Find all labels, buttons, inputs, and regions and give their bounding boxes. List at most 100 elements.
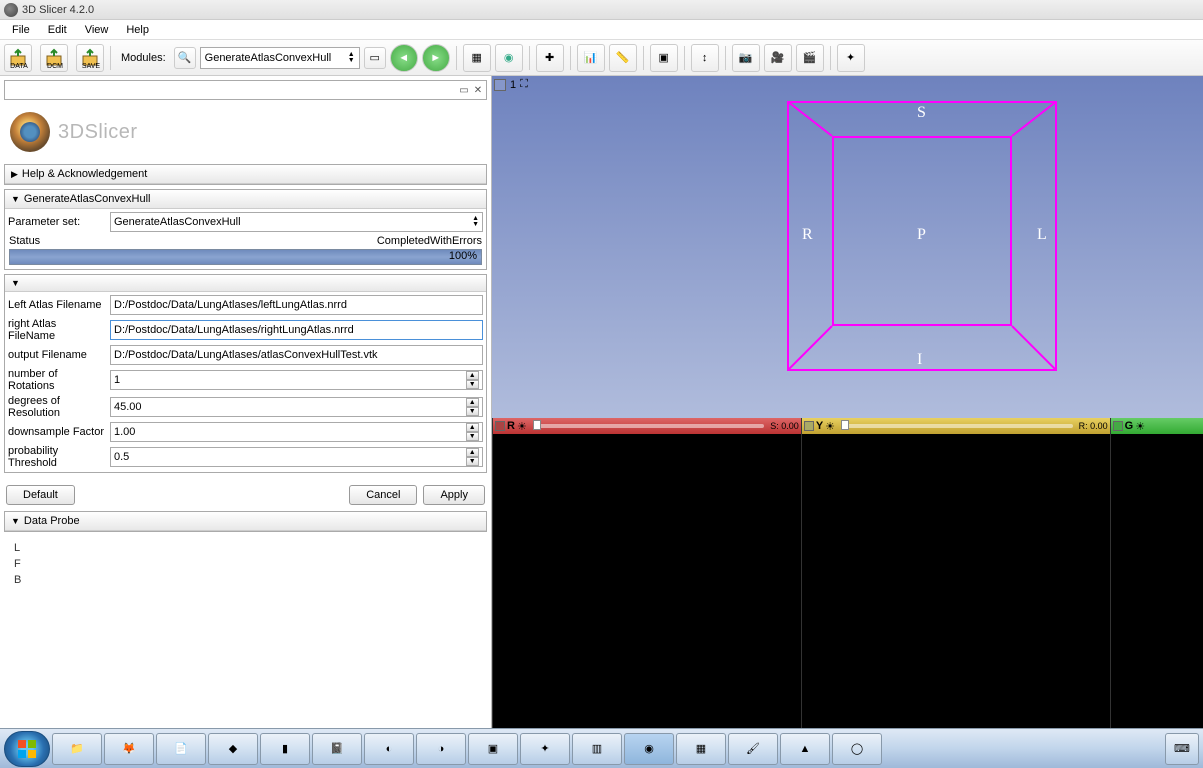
dataprobe-header[interactable]: ▼Data Probe bbox=[5, 512, 486, 531]
slicer-logo: 3DSlicer bbox=[2, 102, 489, 162]
pin-icon[interactable] bbox=[494, 79, 506, 91]
red-slice-view[interactable]: R ☀ S: 0.00 bbox=[492, 418, 801, 728]
module-search-button[interactable]: 🔍 bbox=[174, 47, 196, 69]
maximize-icon[interactable]: ⛶ bbox=[520, 78, 528, 91]
load-data-button[interactable] bbox=[4, 44, 32, 72]
view-pin[interactable]: 1 ⛶ bbox=[494, 78, 528, 91]
triangle-down-icon: ▼ bbox=[11, 194, 20, 204]
taskbar-app1[interactable]: ◐ bbox=[364, 733, 414, 765]
layout-3d-icon[interactable]: ◉ bbox=[495, 44, 523, 72]
taskbar-app2[interactable]: ◑ bbox=[416, 733, 466, 765]
view-number: 1 bbox=[510, 79, 516, 91]
triangle-down-icon: ▼ bbox=[11, 278, 20, 288]
label-P: P bbox=[917, 226, 926, 244]
taskbar-app3[interactable]: ▣ bbox=[468, 733, 518, 765]
module-panel: ▼GenerateAtlasConvexHull Parameter set: … bbox=[4, 189, 487, 270]
taskbar-firefox[interactable]: 🦊 bbox=[104, 733, 154, 765]
red-slider[interactable] bbox=[533, 424, 764, 428]
red-slice-header[interactable]: R ☀ S: 0.00 bbox=[493, 418, 801, 434]
taskbar-app4[interactable]: ✦ bbox=[520, 733, 570, 765]
help-panel-title: Help & Acknowledgement bbox=[22, 168, 147, 180]
probability-spinner[interactable]: ▲▼ bbox=[466, 448, 479, 466]
annotation-icon[interactable]: ✦ bbox=[837, 44, 865, 72]
label-L: L bbox=[1037, 226, 1047, 244]
titlebar: 3D Slicer 4.2.0 bbox=[0, 0, 1203, 20]
menu-edit[interactable]: Edit bbox=[40, 22, 75, 38]
taskbar-cmake[interactable]: ▲ bbox=[780, 733, 830, 765]
output-input[interactable] bbox=[114, 349, 479, 361]
rotations-spinner[interactable]: ▲▼ bbox=[466, 371, 479, 389]
taskbar-gimp[interactable]: 🖌 bbox=[728, 733, 778, 765]
yellow-slice-header[interactable]: Y ☀ R: 0.00 bbox=[802, 418, 1110, 434]
menu-view[interactable]: View bbox=[77, 22, 117, 38]
red-pin-icon[interactable] bbox=[495, 421, 505, 431]
search-close-icon[interactable]: ✕ bbox=[472, 84, 484, 96]
green-slice-view[interactable]: G ☀ bbox=[1110, 418, 1203, 728]
dataprobe-title: Data Probe bbox=[24, 515, 80, 527]
taskbar-word[interactable]: 📄 bbox=[156, 733, 206, 765]
paramset-value: GenerateAtlasConvexHull bbox=[114, 216, 241, 228]
params-panel-header[interactable]: ▼ bbox=[5, 275, 486, 292]
taskbar-notepad[interactable]: 📓 bbox=[312, 733, 362, 765]
start-button[interactable] bbox=[4, 731, 50, 767]
left-atlas-input[interactable] bbox=[114, 299, 479, 311]
paramset-spinner-icon[interactable]: ▲▼ bbox=[472, 216, 479, 228]
degrees-spinner[interactable]: ▲▼ bbox=[466, 398, 479, 416]
menu-help[interactable]: Help bbox=[118, 22, 157, 38]
screenshot-icon[interactable]: 📷 bbox=[732, 44, 760, 72]
chart-icon[interactable]: 📊 bbox=[577, 44, 605, 72]
paramset-select[interactable]: GenerateAtlasConvexHull ▲▼ bbox=[110, 212, 483, 232]
taskbar-git[interactable]: ◆ bbox=[208, 733, 258, 765]
load-dicom-button[interactable] bbox=[40, 44, 68, 72]
help-panel-header[interactable]: ▶Help & Acknowledgement bbox=[5, 165, 486, 184]
nav-back-button[interactable]: ◄ bbox=[390, 44, 418, 72]
menu-file[interactable]: File bbox=[4, 22, 38, 38]
sun-icon[interactable]: ☀ bbox=[825, 420, 835, 433]
degrees-input[interactable] bbox=[114, 401, 466, 413]
crosshair-icon[interactable]: ✚ bbox=[536, 44, 564, 72]
module-selector[interactable]: GenerateAtlasConvexHull ▲▼ bbox=[200, 47, 360, 69]
green-slice-header[interactable]: G ☀ bbox=[1111, 418, 1203, 434]
module-panel-title: GenerateAtlasConvexHull bbox=[24, 193, 151, 205]
toolbar: DATA DCM SAVE Modules: 🔍 GenerateAtlasCo… bbox=[0, 40, 1203, 76]
nav-forward-button[interactable]: ► bbox=[422, 44, 450, 72]
module-search-box[interactable]: ▭ ✕ bbox=[4, 80, 487, 100]
sun-icon[interactable]: ☀ bbox=[517, 420, 527, 433]
progress-bar: 100% bbox=[9, 249, 482, 265]
markup-icon[interactable]: ↕ bbox=[691, 44, 719, 72]
red-value: S: 0.00 bbox=[770, 421, 799, 431]
save-button[interactable] bbox=[76, 44, 104, 72]
capture-viewport-icon[interactable]: ▣ bbox=[650, 44, 678, 72]
sun-icon[interactable]: ☀ bbox=[1135, 420, 1145, 433]
rotations-input[interactable] bbox=[114, 374, 466, 386]
yellow-slider[interactable] bbox=[841, 424, 1073, 428]
taskbar-slicer[interactable]: ◉ bbox=[624, 733, 674, 765]
search-minimize-icon[interactable]: ▭ bbox=[458, 84, 470, 96]
taskbar-app5[interactable]: ▥ bbox=[572, 733, 622, 765]
ruler-icon[interactable]: 📏 bbox=[609, 44, 637, 72]
3d-view[interactable]: 1 ⛶ S I R L P bbox=[492, 76, 1203, 418]
module-settings-button[interactable]: ▭ bbox=[364, 47, 386, 69]
taskbar-chrome[interactable]: ◯ bbox=[832, 733, 882, 765]
probability-input[interactable] bbox=[114, 451, 466, 463]
right-atlas-input[interactable] bbox=[114, 324, 479, 336]
apply-button[interactable]: Apply bbox=[423, 485, 485, 505]
record-icon[interactable]: 🎬 bbox=[796, 44, 824, 72]
taskbar-app6[interactable]: ▦ bbox=[676, 733, 726, 765]
yellow-slice-view[interactable]: Y ☀ R: 0.00 bbox=[801, 418, 1110, 728]
cancel-button[interactable]: Cancel bbox=[349, 485, 417, 505]
module-panel-header[interactable]: ▼ GenerateAtlasConvexHull bbox=[5, 190, 486, 209]
layout-conventional-icon[interactable]: ▦ bbox=[463, 44, 491, 72]
taskbar-keyboard[interactable]: ⌨ bbox=[1165, 733, 1199, 765]
default-button[interactable]: Default bbox=[6, 485, 75, 505]
menubar: File Edit View Help bbox=[0, 20, 1203, 40]
green-pin-icon[interactable] bbox=[1113, 421, 1123, 431]
downsample-input[interactable] bbox=[114, 426, 466, 438]
taskbar-terminal[interactable]: ▮ bbox=[260, 733, 310, 765]
red-letter: R bbox=[507, 420, 515, 432]
taskbar-explorer[interactable]: 📁 bbox=[52, 733, 102, 765]
yellow-pin-icon[interactable] bbox=[804, 421, 814, 431]
scene-view-icon[interactable]: 🎥 bbox=[764, 44, 792, 72]
downsample-spinner[interactable]: ▲▼ bbox=[466, 423, 479, 441]
module-spinner-icon[interactable]: ▲▼ bbox=[348, 52, 355, 64]
